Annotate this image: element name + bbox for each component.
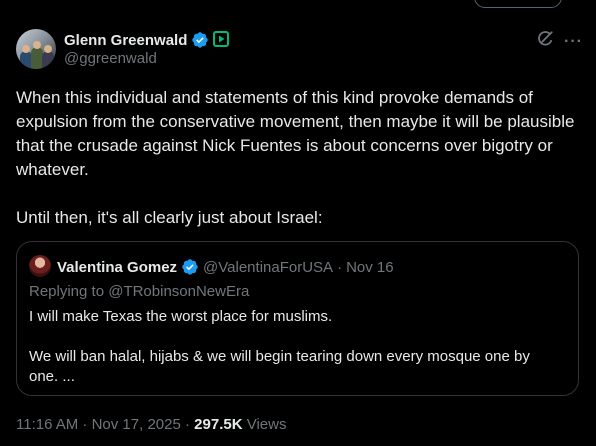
author-handle[interactable]: @ggreenwald [64, 50, 157, 67]
timestamp[interactable]: 11:16 AM · Nov 17, 2025 · [16, 416, 190, 433]
quoted-paragraph: We will ban halal, hijabs & we will begi… [29, 348, 530, 385]
quoted-date[interactable]: Nov 16 [346, 259, 394, 276]
author-display-name[interactable]: Glenn Greenwald [64, 32, 187, 49]
more-icon[interactable]: ··· [564, 33, 583, 51]
views-count: 297.5K [194, 416, 243, 433]
grok-icon[interactable] [536, 30, 554, 53]
avatar-figure [22, 45, 30, 53]
tweet-text: When this individual and statements of t… [16, 86, 580, 230]
tweet-paragraph: When this individual and statements of t… [16, 88, 575, 179]
quoted-paragraph: I will make Texas the worst place for mu… [29, 308, 333, 325]
quoted-author-avatar[interactable] [29, 255, 51, 277]
header-actions: ··· [536, 30, 583, 53]
quoted-author-name[interactable]: Valentina Gomez [57, 259, 177, 276]
quoted-tweet-text: I will make Texas the worst place for mu… [29, 307, 559, 387]
views-label: Views [246, 416, 287, 433]
author-avatar[interactable] [16, 29, 56, 69]
tweet-meta: 11:16 AM · Nov 17, 2025 · 297.5K Views [16, 416, 286, 433]
avatar-figure [42, 51, 54, 69]
verified-badge-icon[interactable] [181, 258, 199, 276]
quoted-author-handle[interactable]: @ValentinaForUSA [203, 259, 333, 276]
affiliate-badge-icon[interactable] [213, 31, 231, 49]
verified-badge-icon[interactable] [191, 31, 209, 49]
top-pill-button[interactable] [474, 0, 562, 8]
separator-dot: · [337, 258, 343, 276]
tweet-paragraph: Until then, it's all clearly just about … [16, 208, 323, 227]
reply-context[interactable]: Replying to @TRobinsonNewEra [29, 283, 249, 300]
avatar-figure [44, 45, 52, 53]
quoted-author-row: Valentina Gomez @ValentinaForUSA · Nov 1… [57, 258, 394, 276]
avatar-figure [33, 41, 41, 49]
quoted-tweet-card[interactable]: Valentina Gomez @ValentinaForUSA · Nov 1… [16, 241, 579, 396]
author-name-row: Glenn Greenwald [64, 31, 231, 49]
